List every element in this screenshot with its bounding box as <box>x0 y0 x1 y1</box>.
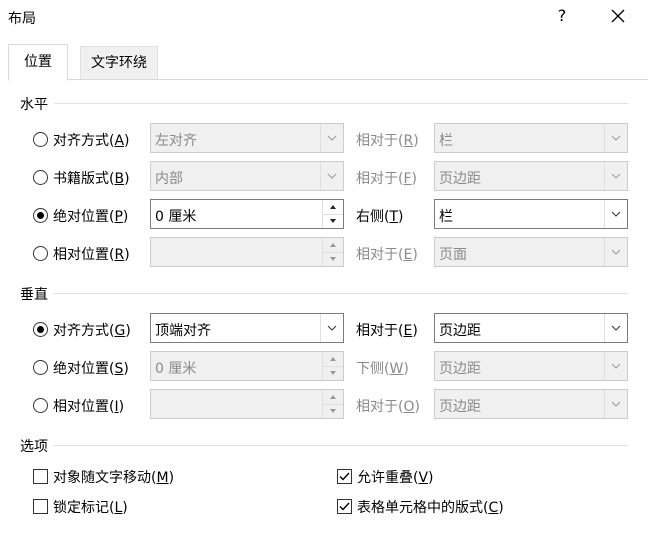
chevron-down-icon <box>611 135 621 141</box>
h-book-layout-select[interactable]: 内部 <box>150 161 344 191</box>
v-alignment-select[interactable]: 顶端对齐 <box>150 313 344 343</box>
radio-h-alignment[interactable] <box>33 132 48 147</box>
label-layout-in-table-cell: 表格单元格中的版式(C) <box>357 500 504 516</box>
label-h-absolute-position: 绝对位置(P) <box>53 209 129 225</box>
triangle-up-icon <box>330 395 336 399</box>
label-h-alignment: 对齐方式(A) <box>53 133 130 149</box>
checkbox-allow-overlap[interactable] <box>337 469 352 484</box>
label-v-relative-position: 相对位置(I) <box>53 399 125 415</box>
tab-strip-divider <box>8 79 648 80</box>
triangle-down-icon <box>330 257 336 261</box>
label-lock-anchor: 锁定标记(L) <box>53 500 128 516</box>
label-v-relative-position-relative: 相对于(O) <box>356 399 420 415</box>
checkbox-layout-in-table-cell[interactable] <box>337 499 352 514</box>
v-absolute-position-input[interactable]: 0 厘米 <box>150 351 344 381</box>
h-absolute-position-input[interactable]: 0 厘米 <box>150 199 344 229</box>
label-h-alignment-relative: 相对于(R) <box>356 133 419 149</box>
close-icon <box>611 9 625 23</box>
radio-h-relative-position[interactable] <box>33 246 48 261</box>
section-horizontal-divider <box>54 103 628 104</box>
chevron-down-icon <box>611 173 621 179</box>
chevron-down-icon <box>327 325 337 331</box>
h-relative-position-spinner[interactable] <box>322 238 343 266</box>
h-relative-position-relative-select[interactable]: 页面 <box>434 237 628 267</box>
label-v-alignment: 对齐方式(G) <box>53 323 131 339</box>
spin-up-button[interactable] <box>323 200 343 215</box>
chevron-down-icon <box>611 211 621 217</box>
radio-v-relative-position[interactable] <box>33 398 48 413</box>
chevron-down-icon <box>611 325 621 331</box>
tab-text-wrapping[interactable]: 文字环绕 <box>80 46 158 79</box>
spin-up-button[interactable] <box>323 390 343 405</box>
section-horizontal-label: 水平 <box>20 97 48 113</box>
h-alignment-relative-select[interactable]: 栏 <box>434 123 628 153</box>
triangle-down-icon <box>330 219 336 223</box>
label-h-book-layout: 书籍版式(B) <box>53 171 130 187</box>
h-absolute-position-spinner[interactable] <box>322 200 343 228</box>
h-alignment-select[interactable]: 左对齐 <box>150 123 344 153</box>
v-relative-position-relative-select[interactable]: 页边距 <box>434 389 628 419</box>
spin-down-button[interactable] <box>323 252 343 266</box>
h-book-layout-relative-select[interactable]: 页边距 <box>434 161 628 191</box>
spin-up-button[interactable] <box>323 238 343 253</box>
radio-selected-dot <box>37 212 44 219</box>
spin-up-button[interactable] <box>323 352 343 367</box>
triangle-down-icon <box>330 371 336 375</box>
radio-h-absolute-position[interactable] <box>33 208 48 223</box>
section-vertical-label: 垂直 <box>20 287 48 303</box>
label-h-relative-position: 相对位置(R) <box>53 247 130 263</box>
checkbox-lock-anchor[interactable] <box>33 499 48 514</box>
help-button[interactable]: ? <box>542 2 582 30</box>
radio-v-absolute-position[interactable] <box>33 360 48 375</box>
label-v-absolute-position: 绝对位置(S) <box>53 361 129 377</box>
chevron-down-icon <box>611 401 621 407</box>
spin-down-button[interactable] <box>323 366 343 380</box>
v-relative-position-spinner[interactable] <box>322 390 343 418</box>
triangle-up-icon <box>330 357 336 361</box>
chevron-down-icon <box>611 249 621 255</box>
chevron-down-icon <box>327 173 337 179</box>
label-h-book-layout-relative: 相对于(F) <box>356 171 417 187</box>
radio-v-alignment[interactable] <box>33 322 48 337</box>
section-options-divider <box>54 445 628 446</box>
label-allow-overlap: 允许重叠(V) <box>357 470 434 486</box>
label-h-relative-position-relative: 相对于(E) <box>356 247 418 263</box>
v-relative-position-input[interactable] <box>150 389 344 419</box>
triangle-up-icon <box>330 205 336 209</box>
spin-down-button[interactable] <box>323 214 343 228</box>
section-options-label: 选项 <box>20 439 48 455</box>
checkmark-icon <box>339 472 350 481</box>
v-absolute-position-spinner[interactable] <box>322 352 343 380</box>
label-h-absolute-position-relative: 右侧(T) <box>356 209 404 225</box>
label-v-alignment-relative: 相对于(E) <box>356 323 418 339</box>
checkmark-icon <box>339 502 350 511</box>
dialog-title: 布局 <box>8 11 36 27</box>
h-relative-position-input[interactable] <box>150 237 344 267</box>
spin-down-button[interactable] <box>323 404 343 418</box>
triangle-down-icon <box>330 409 336 413</box>
v-alignment-relative-select[interactable]: 页边距 <box>434 313 628 343</box>
checkbox-move-with-text[interactable] <box>33 469 48 484</box>
v-absolute-position-relative-select[interactable]: 页边距 <box>434 351 628 381</box>
close-button[interactable] <box>598 2 638 30</box>
h-absolute-position-relative-select[interactable]: 栏 <box>434 199 628 229</box>
chevron-down-icon <box>611 363 621 369</box>
triangle-up-icon <box>330 243 336 247</box>
radio-selected-dot <box>37 326 44 333</box>
label-v-absolute-position-relative: 下侧(W) <box>356 361 409 377</box>
chevron-down-icon <box>327 135 337 141</box>
section-vertical-divider <box>54 293 628 294</box>
label-move-with-text: 对象随文字移动(M) <box>53 470 175 486</box>
radio-h-book-layout[interactable] <box>33 170 48 185</box>
tab-position[interactable]: 位置 <box>8 44 68 81</box>
